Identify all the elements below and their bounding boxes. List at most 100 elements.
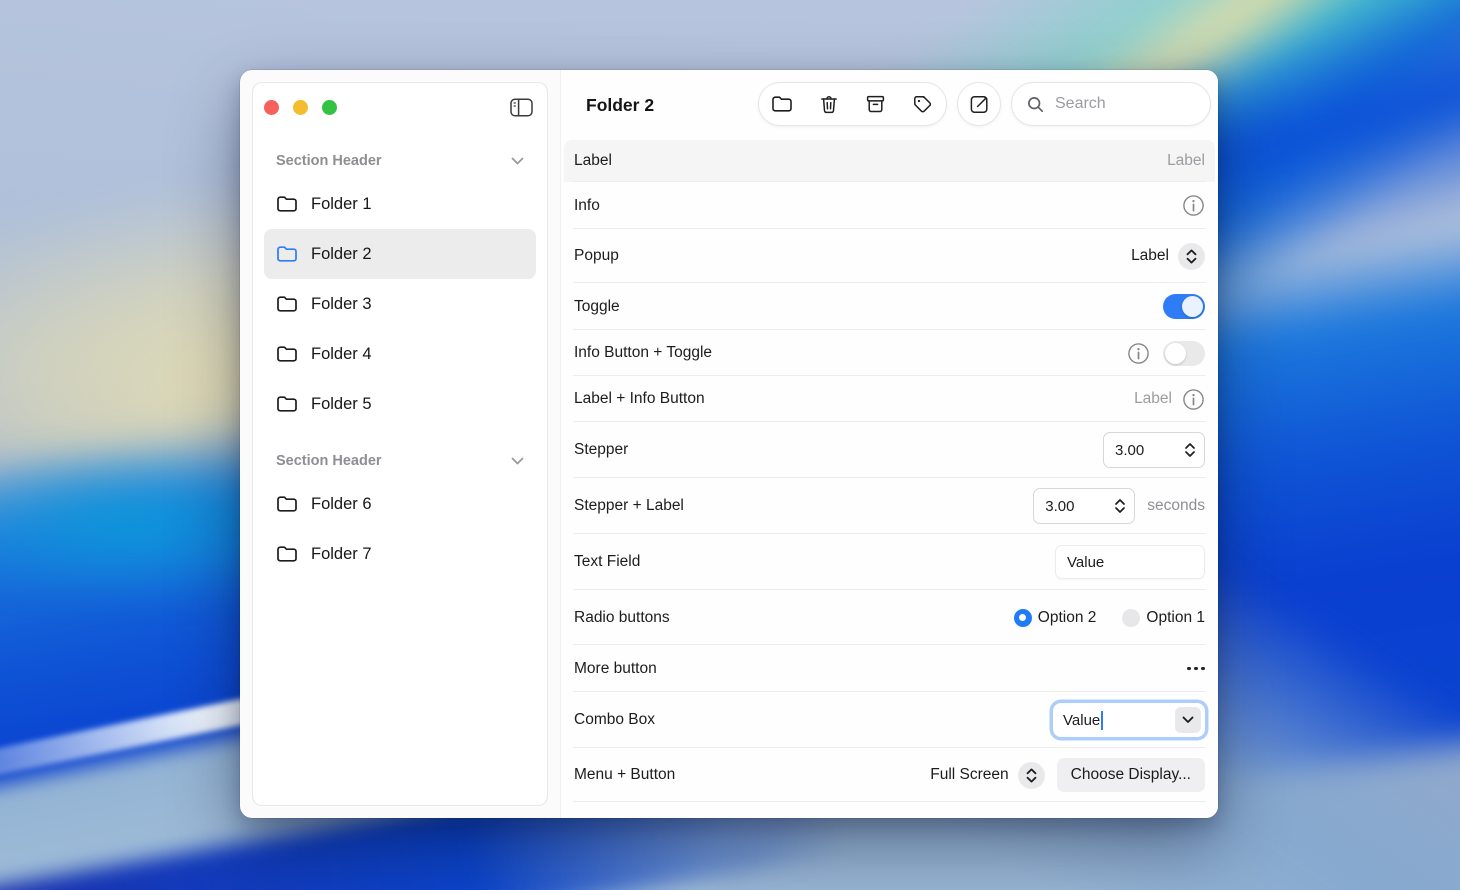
close-window-button[interactable] bbox=[264, 100, 279, 115]
row-popup-title: Popup bbox=[574, 247, 619, 265]
section-header-label: Section Header bbox=[276, 453, 382, 469]
row-combo-title: Combo Box bbox=[574, 711, 655, 729]
toolbar-button-group bbox=[758, 82, 947, 126]
popup-control[interactable]: Label bbox=[1131, 243, 1205, 270]
text-field-input[interactable] bbox=[1055, 545, 1205, 579]
sidebar-item-label: Folder 6 bbox=[311, 495, 372, 514]
row-stepper-label: Stepper + Label 3.00 seconds bbox=[564, 478, 1215, 534]
sidebar-item-folder-2[interactable]: Folder 2 bbox=[264, 229, 536, 279]
sidebar-item-folder-4[interactable]: Folder 4 bbox=[264, 329, 536, 379]
titlebar bbox=[253, 83, 547, 131]
archive-box-icon bbox=[865, 94, 886, 114]
chevron-down-icon bbox=[1185, 451, 1195, 457]
folder-icon bbox=[276, 395, 298, 413]
sidebar-item-folder-3[interactable]: Folder 3 bbox=[264, 279, 536, 329]
compose-icon bbox=[969, 94, 990, 115]
stepper-buttons[interactable] bbox=[1115, 499, 1125, 513]
chevron-down-icon bbox=[1115, 507, 1125, 513]
stepper-value: 3.00 bbox=[1115, 442, 1144, 459]
archive-button[interactable] bbox=[853, 83, 900, 125]
stepper-control[interactable]: 3.00 bbox=[1103, 432, 1205, 468]
row-stepper: Stepper 3.00 bbox=[564, 422, 1215, 478]
compose-button[interactable] bbox=[957, 82, 1001, 126]
folder-icon bbox=[276, 295, 298, 313]
row-toggle-title: Toggle bbox=[574, 298, 620, 316]
stepper-value: 3.00 bbox=[1045, 498, 1074, 515]
row-combo-box: Combo Box Value bbox=[564, 692, 1215, 748]
row-popup: Popup Label bbox=[564, 229, 1215, 283]
folder-icon bbox=[276, 195, 298, 213]
row-menu-button: Menu + Button Full Screen Choose Display… bbox=[564, 748, 1215, 802]
trash-button[interactable] bbox=[806, 83, 853, 125]
folder-button[interactable] bbox=[759, 83, 806, 125]
row-text-field: Text Field bbox=[564, 534, 1215, 590]
app-window: Section Header Folder 1 Folder 2 Folder … bbox=[240, 70, 1218, 818]
folder-icon bbox=[276, 245, 298, 263]
toolbar: Folder 2 bbox=[561, 70, 1218, 140]
toggle-switch-off[interactable] bbox=[1163, 341, 1205, 366]
search-input[interactable] bbox=[1053, 94, 1202, 114]
toggle-knob bbox=[1165, 343, 1186, 364]
chevron-down-icon bbox=[1182, 716, 1194, 724]
sidebar-item-label: Folder 2 bbox=[311, 245, 372, 264]
settings-form: Label Label Info Popup Label To bbox=[564, 140, 1215, 802]
combo-box-field[interactable]: Value bbox=[1053, 703, 1205, 737]
sidebar-item-folder-6[interactable]: Folder 6 bbox=[264, 479, 536, 529]
sidebar-toggle-icon[interactable] bbox=[509, 97, 533, 117]
sidebar-item-label: Folder 5 bbox=[311, 395, 372, 414]
zoom-window-button[interactable] bbox=[322, 100, 337, 115]
row-info: Info bbox=[564, 182, 1215, 229]
row-text-field-title: Text Field bbox=[574, 553, 640, 571]
sidebar-item-label: Folder 7 bbox=[311, 545, 372, 564]
sidebar-section-header-2[interactable]: Section Header bbox=[264, 447, 536, 475]
chevron-down-icon[interactable] bbox=[511, 157, 524, 165]
row-label-title: Label bbox=[574, 152, 612, 170]
menu-popup[interactable]: Full Screen bbox=[930, 762, 1044, 789]
chevron-down-icon[interactable] bbox=[511, 457, 524, 465]
toggle-switch-on[interactable] bbox=[1163, 294, 1205, 319]
info-icon[interactable] bbox=[1182, 388, 1205, 411]
tag-icon bbox=[912, 94, 933, 115]
row-stepper-title: Stepper bbox=[574, 441, 628, 459]
updown-chevrons-icon[interactable] bbox=[1178, 243, 1205, 270]
stepper-label-control: 3.00 seconds bbox=[1033, 488, 1205, 524]
section-header-label: Section Header bbox=[276, 153, 382, 169]
row-label-info: Label + Info Button Label bbox=[564, 376, 1215, 422]
row-label: Label Label bbox=[564, 140, 1215, 182]
choose-display-button[interactable]: Choose Display... bbox=[1057, 758, 1205, 792]
stepper-suffix-label: seconds bbox=[1147, 497, 1205, 515]
combo-box-value: Value bbox=[1063, 712, 1100, 729]
row-menu-title: Menu + Button bbox=[574, 766, 675, 784]
search-field[interactable] bbox=[1011, 82, 1211, 126]
sidebar-item-label: Folder 3 bbox=[311, 295, 372, 314]
toggle-knob bbox=[1182, 296, 1203, 317]
sidebar-item-label: Folder 1 bbox=[311, 195, 372, 214]
row-toggle: Toggle bbox=[564, 283, 1215, 330]
ellipsis-icon[interactable] bbox=[1187, 661, 1205, 677]
sidebar-item-label: Folder 4 bbox=[311, 345, 372, 364]
row-radio: Radio buttons Option 2 Option 1 bbox=[564, 590, 1215, 645]
radio-option-1[interactable]: Option 1 bbox=[1122, 609, 1205, 627]
folder-icon bbox=[276, 545, 298, 563]
sidebar-item-folder-5[interactable]: Folder 5 bbox=[264, 379, 536, 429]
row-stepper-label-title: Stepper + Label bbox=[574, 497, 684, 515]
minimize-window-button[interactable] bbox=[293, 100, 308, 115]
label-info-value: Label bbox=[1134, 390, 1172, 408]
sidebar-item-folder-7[interactable]: Folder 7 bbox=[264, 529, 536, 579]
combo-dropdown-button[interactable] bbox=[1175, 707, 1201, 733]
section-gap bbox=[264, 429, 536, 447]
stepper-buttons[interactable] bbox=[1185, 443, 1195, 457]
sidebar-list: Section Header Folder 1 Folder 2 Folder … bbox=[253, 131, 547, 579]
sidebar-section-header-1[interactable]: Section Header bbox=[264, 147, 536, 175]
stepper-control[interactable]: 3.00 bbox=[1033, 488, 1135, 524]
label-info-control: Label bbox=[1134, 388, 1205, 411]
info-icon[interactable] bbox=[1127, 342, 1150, 365]
tag-button[interactable] bbox=[899, 83, 946, 125]
radio-option-label: Option 2 bbox=[1038, 609, 1097, 627]
info-icon[interactable] bbox=[1182, 194, 1205, 217]
radio-option-2[interactable]: Option 2 bbox=[1014, 609, 1097, 627]
info-toggle-control bbox=[1127, 341, 1205, 366]
menu-selected-value: Full Screen bbox=[930, 766, 1008, 784]
sidebar-item-folder-1[interactable]: Folder 1 bbox=[264, 179, 536, 229]
row-more-button: More button bbox=[564, 645, 1215, 692]
